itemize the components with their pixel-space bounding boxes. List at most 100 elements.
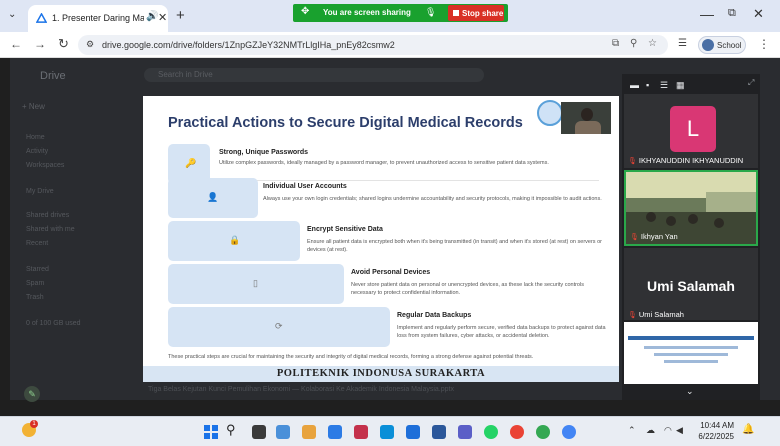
tab-search-button[interactable]: ⌄	[8, 9, 16, 20]
widgets-icon[interactable]	[276, 425, 290, 439]
drive-file-row[interactable]: Tiga Belas Kejutan Kunci Pemulihan Ekono…	[148, 386, 454, 393]
word-icon[interactable]	[432, 425, 446, 439]
browser-tab[interactable]: 1. Presenter Daring Malaysia 🔊 ✕	[28, 5, 168, 32]
screen-sharing-bar: ✥ You are screen sharing 🎙 Stop share	[293, 4, 508, 22]
presentation-thumbnail[interactable]	[624, 322, 758, 384]
user-icon: 👤	[207, 192, 219, 202]
drive-nav-item[interactable]: Shared drives	[26, 212, 69, 219]
chevron-up-icon[interactable]: ⌃	[628, 425, 636, 436]
mic-icon[interactable]: 🎙	[425, 7, 436, 18]
wifi-icon[interactable]: ◠	[664, 425, 672, 436]
chrome-profile-icon[interactable]	[536, 425, 550, 439]
participant-tile[interactable]: L 🎙 IKHYANUDDIN IKHYANUDDIN	[624, 94, 758, 168]
drive-nav-item[interactable]: Trash	[26, 294, 44, 301]
back-icon[interactable]: ←	[10, 37, 22, 51]
drive-nav-item[interactable]: My Drive	[26, 188, 54, 195]
drive-nav-item[interactable]: Activity	[26, 148, 48, 155]
grid-icon[interactable]: ▦	[676, 80, 685, 91]
drive-nav-item[interactable]: Spam	[26, 280, 44, 287]
chevron-down-icon[interactable]: ⌄	[686, 386, 694, 397]
presentation-header-bar	[628, 336, 754, 340]
mic-off-icon: 🎙	[628, 312, 637, 319]
file-explorer-icon[interactable]	[302, 425, 316, 439]
slide-footnote: These practical steps are crucial for ma…	[168, 354, 534, 360]
chrome-icon[interactable]	[510, 425, 524, 439]
volume-icon[interactable]: ◀	[676, 425, 683, 436]
edit-icon[interactable]: ✎	[24, 386, 40, 402]
drive-nav-item[interactable]: Recent	[26, 240, 48, 247]
list-icon[interactable]: ☰	[660, 80, 668, 91]
url-text: drive.google.com/drive/folders/1ZnpGZJeY…	[102, 40, 395, 50]
drive-nav-item[interactable]: Home	[26, 134, 45, 141]
zoom-icon[interactable]: ⚲	[630, 38, 637, 49]
bell-icon[interactable]: 🔔	[742, 424, 754, 435]
profile-button[interactable]: School	[698, 36, 746, 54]
stop-icon	[453, 10, 459, 16]
teams-icon[interactable]	[458, 425, 472, 439]
expand-icon[interactable]: ⤢	[748, 78, 754, 88]
site-info-icon[interactable]: ⚙	[86, 39, 94, 50]
presenter-head	[581, 108, 593, 121]
kebab-menu-icon[interactable]: ⋮	[758, 37, 770, 51]
drive-nav-item[interactable]: Shared with me	[26, 226, 75, 233]
restore-button[interactable]: ⧉	[728, 7, 736, 20]
tab-title: 1. Presenter Daring Malaysia	[52, 13, 144, 23]
minimize-button[interactable]: —	[700, 6, 714, 22]
plus-icon[interactable]: +	[176, 7, 185, 24]
presentation-slide: Practical Actions to Secure Digital Medi…	[143, 96, 619, 382]
minimize-icon[interactable]: ▬	[630, 80, 639, 90]
camera-video	[714, 218, 724, 228]
lock-icon: 🔒	[229, 235, 241, 245]
clock-time[interactable]: 10:44 AM	[688, 421, 734, 430]
close-icon[interactable]: ✕	[158, 11, 167, 24]
presentation-text-line	[644, 346, 738, 349]
stop-share-button[interactable]: Stop share	[448, 5, 504, 21]
url-field[interactable]: ⚙ drive.google.com/drive/folders/1ZnpGZJ…	[78, 35, 668, 55]
participant-tile[interactable]: Umi Salamah 🎙 Umi Salamah	[624, 248, 758, 320]
card-description: Always use your own login credentials; s…	[263, 196, 602, 202]
office-icon[interactable]	[354, 425, 368, 439]
card-description: Never store patient data on personal or …	[351, 282, 584, 296]
forward-icon[interactable]: →	[34, 37, 46, 51]
drive-nav-item[interactable]: Workspaces	[26, 162, 64, 169]
store-icon[interactable]	[328, 425, 342, 439]
drive-storage-text: 0 of 100 GB used	[26, 320, 81, 327]
drive-new-button[interactable]: + New	[22, 102, 45, 111]
institution-name: POLITEKNIK INDONUSA SURAKARTA	[276, 368, 486, 379]
avatar	[702, 39, 714, 51]
close-window-button[interactable]: ✕	[753, 6, 764, 22]
sidebar-icon[interactable]: ▪	[646, 80, 649, 90]
drive-nav-item[interactable]: Starred	[26, 266, 49, 273]
star-icon[interactable]: ☆	[648, 38, 657, 49]
participant-display-name: Umi Salamah	[647, 278, 735, 294]
mail-icon[interactable]	[406, 425, 420, 439]
drive-search-input[interactable]: Search in Drive	[144, 68, 484, 82]
drag-handle-icon[interactable]: ✥	[301, 6, 309, 17]
cloud-icon[interactable]: ☁	[646, 425, 655, 436]
presenter-camera-thumbnail	[561, 102, 611, 134]
camera-video	[646, 212, 656, 222]
audio-icon[interactable]: 🔊	[146, 11, 158, 22]
backup-icon: ⟳	[275, 321, 283, 331]
extensions-icon[interactable]: ☰	[678, 38, 687, 49]
install-icon[interactable]: ⧉	[612, 38, 619, 49]
reload-icon[interactable]: ↻	[58, 36, 69, 52]
participant-tile-active[interactable]: 🎙 Ikhyan Yan	[624, 170, 758, 246]
presentation-text-line	[664, 360, 718, 363]
card-description: Ensure all patient data is encrypted bot…	[307, 239, 602, 253]
drive-search-placeholder: Search in Drive	[158, 70, 213, 79]
participant-name: 🎙 Umi Salamah	[628, 310, 684, 319]
card-title: Strong, Unique Passwords	[219, 149, 309, 156]
sharing-status: You are screen sharing	[323, 8, 411, 17]
windows-start-icon[interactable]	[204, 425, 218, 439]
zoom-app-icon[interactable]	[562, 425, 576, 439]
clock-date[interactable]: 6/22/2025	[688, 432, 734, 441]
whatsapp-icon[interactable]	[484, 425, 498, 439]
device-icon: ▯	[253, 278, 258, 288]
windows-taskbar: 1 ⚲ ⌃ ☁ ◠ ◀ 10:44 AM 6/22/2025 🔔	[0, 416, 780, 446]
edge-icon[interactable]	[380, 425, 394, 439]
task-view-icon[interactable]	[252, 425, 266, 439]
search-icon[interactable]: ⚲	[226, 422, 236, 438]
institution-logo	[537, 100, 563, 126]
mic-off-icon: 🎙	[630, 234, 639, 241]
